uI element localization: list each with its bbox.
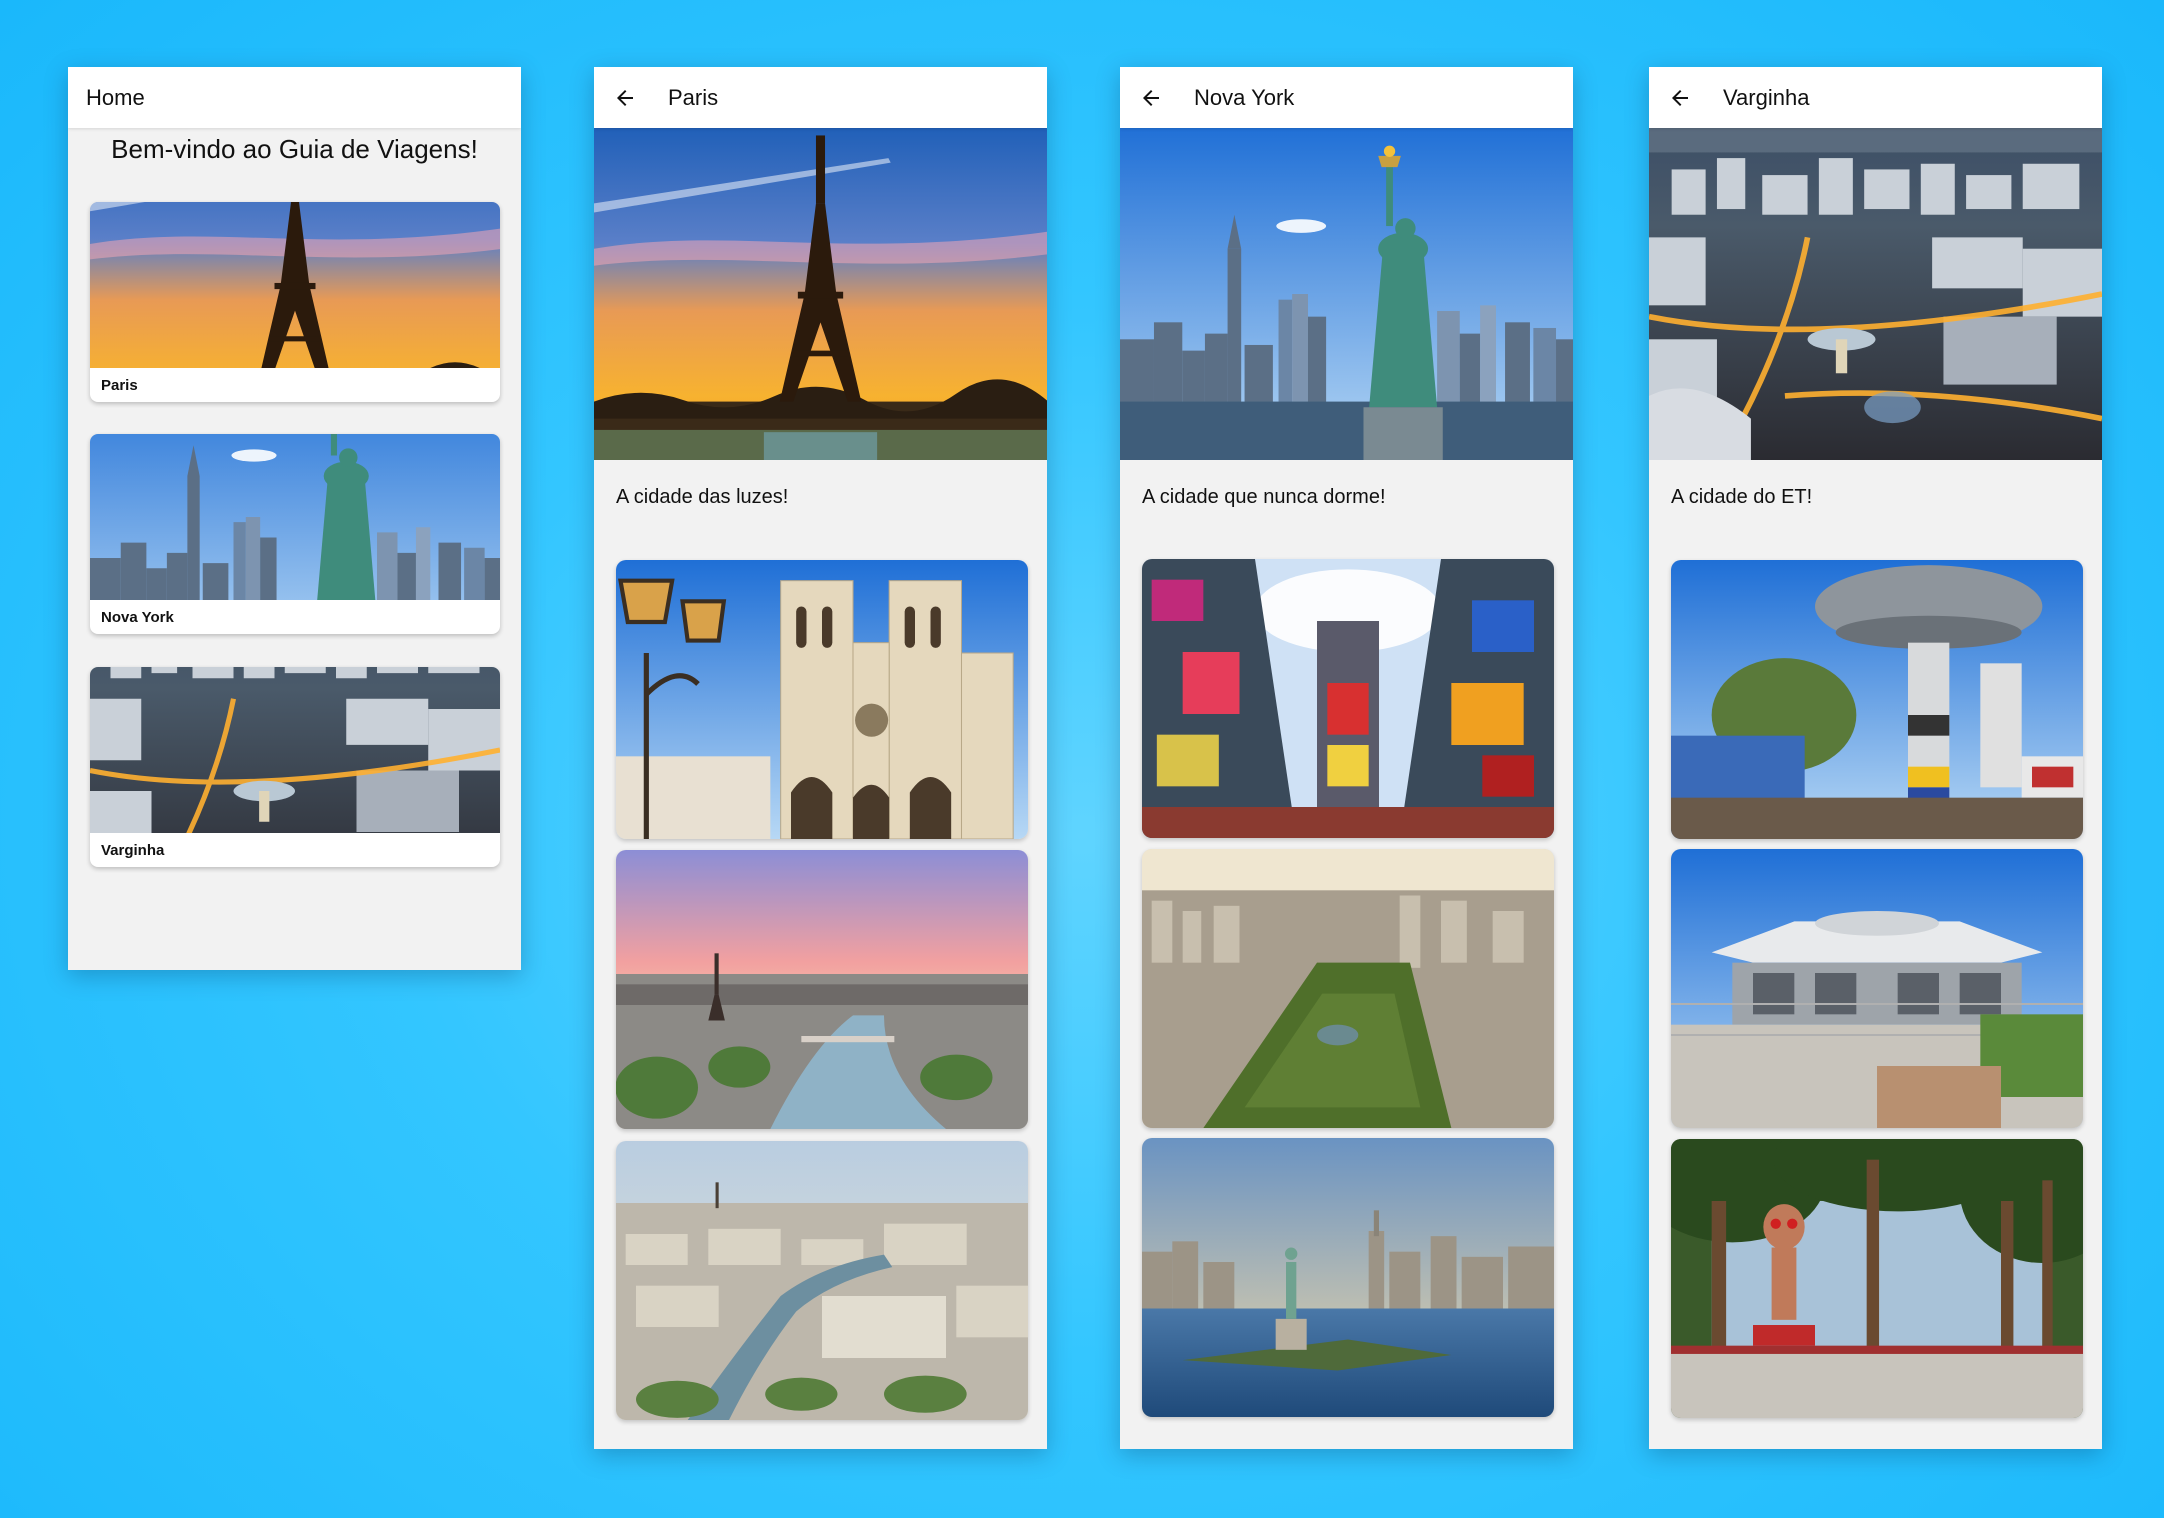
card-image-eiffel-tower xyxy=(90,202,500,368)
gallery-image-alien-statue xyxy=(1671,1139,2083,1418)
paris-detail-screen: Paris A cidade das luzes! xyxy=(594,67,1047,1449)
appbar-title: Nova York xyxy=(1194,84,1295,110)
app-bar: Varginha xyxy=(1649,67,2102,128)
gallery-image-notre-dame xyxy=(616,560,1028,839)
gallery-image-times-square xyxy=(1142,559,1554,838)
app-bar: Home xyxy=(68,67,521,128)
varginha-detail-screen: Varginha A cidade do ET! xyxy=(1649,67,2102,1449)
card-label: Nova York xyxy=(101,609,174,626)
appbar-title: Home xyxy=(86,84,145,110)
appbar-title: Paris xyxy=(668,84,719,110)
back-arrow-icon[interactable] xyxy=(1667,85,1693,111)
city-description: A cidade do ET! xyxy=(1671,486,1813,508)
app-bar: Nova York xyxy=(1120,67,1573,128)
card-image-statue-of-liberty xyxy=(90,434,500,600)
welcome-heading: Bem-vindo ao Guia de Viagens! xyxy=(111,134,478,164)
card-label: Paris xyxy=(101,377,138,394)
card-image-varginha-aerial xyxy=(90,667,500,833)
app-bar: Paris xyxy=(594,67,1047,128)
gallery-image-ufo-water-tower xyxy=(1671,560,2083,839)
hero-image-varginha-aerial xyxy=(1649,128,2102,460)
gallery-image-ufo-building xyxy=(1671,849,2083,1128)
gallery-image-central-park xyxy=(1142,849,1554,1128)
hero-image-statue-of-liberty xyxy=(1120,128,1573,460)
appbar-title: Varginha xyxy=(1723,84,1810,110)
city-description: A cidade que nunca dorme! xyxy=(1142,486,1386,508)
home-screen: Home Bem-vindo ao Guia de Viagens! Paris… xyxy=(68,67,521,970)
back-arrow-icon[interactable] xyxy=(612,85,638,111)
nova-york-detail-screen: Nova York A cidade que nunca dorme! xyxy=(1120,67,1573,1449)
destination-card-paris[interactable]: Paris xyxy=(90,202,500,402)
gallery-image-seine-river xyxy=(616,850,1028,1129)
city-description: A cidade das luzes! xyxy=(616,486,789,508)
back-arrow-icon[interactable] xyxy=(1138,85,1164,111)
gallery-image-liberty-harbor xyxy=(1142,1138,1554,1417)
destination-card-varginha[interactable]: Varginha xyxy=(90,667,500,867)
card-label: Varginha xyxy=(101,842,165,859)
destination-card-nova-york[interactable]: Nova York xyxy=(90,434,500,634)
gallery-image-paris-aerial xyxy=(616,1141,1028,1420)
hero-image-eiffel-tower xyxy=(594,128,1047,460)
